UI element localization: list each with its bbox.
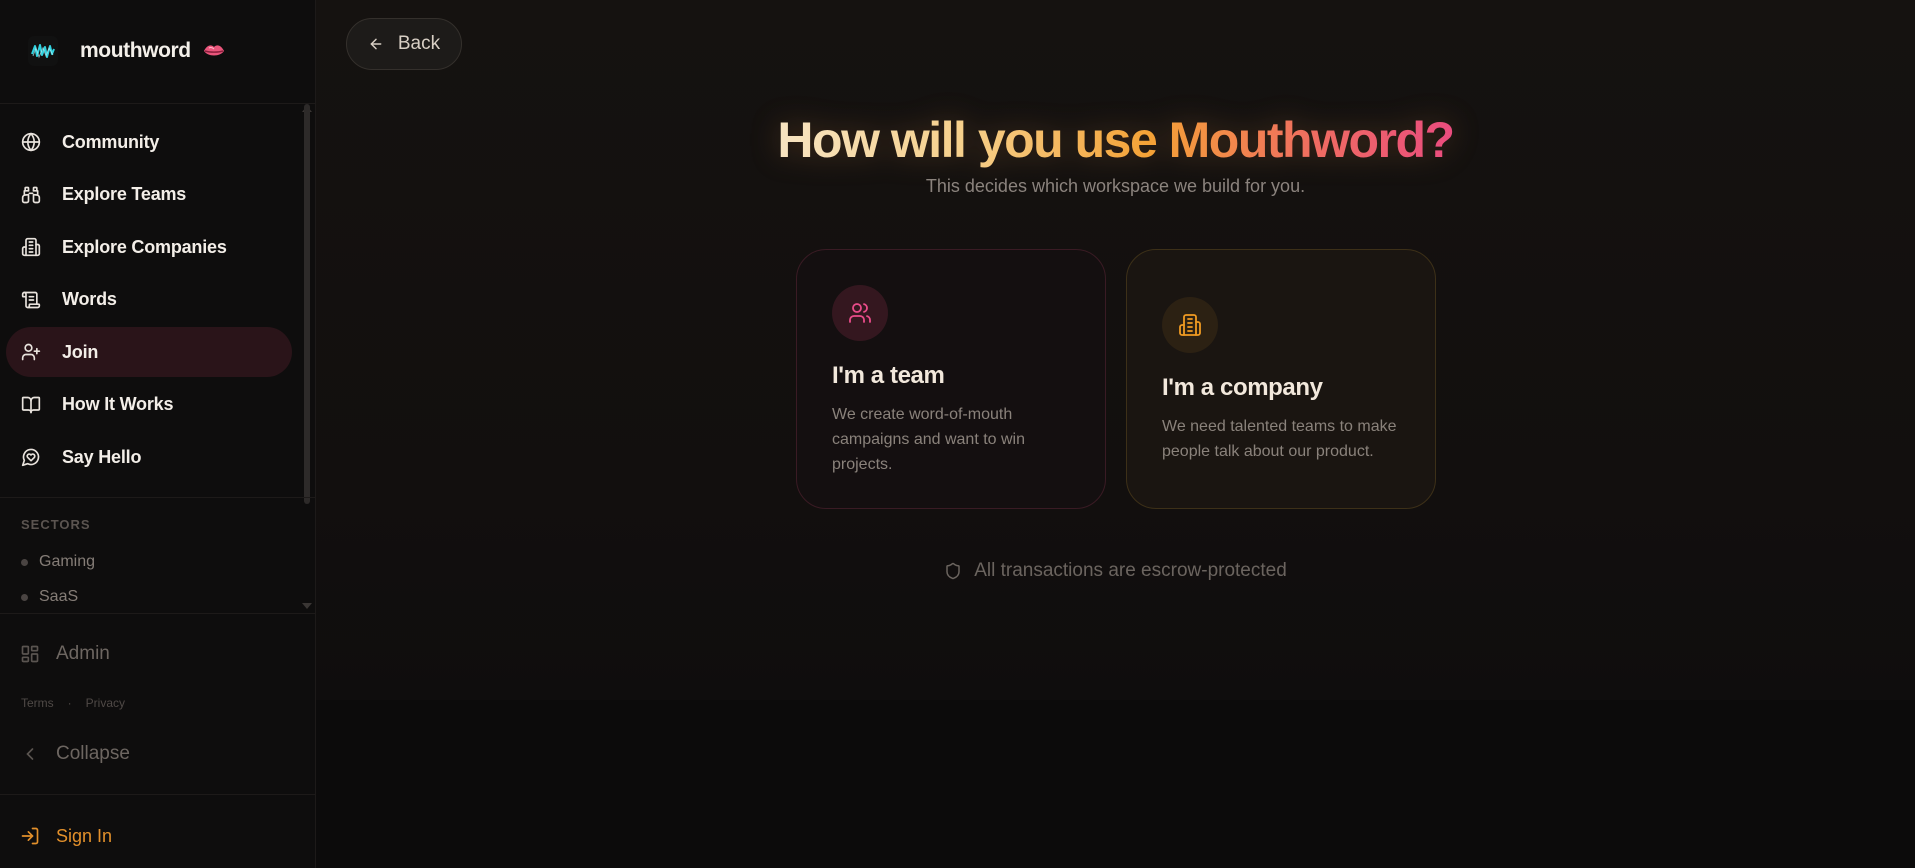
grid-icon (20, 644, 40, 664)
lips-icon (203, 43, 225, 59)
user-plus-icon (20, 341, 42, 363)
users-icon (832, 285, 888, 341)
building-icon (20, 236, 42, 258)
brand[interactable]: mouthword (28, 36, 225, 66)
app: mouthword Community Explore Teams Explor… (0, 0, 1915, 868)
page-subtitle: This decides which workspace we build fo… (925, 176, 1306, 196)
scroll-icon (20, 289, 42, 311)
sidebar-item-label: Community (62, 131, 160, 152)
legal-links: Terms · Privacy (21, 696, 125, 710)
sidebar-item-community[interactable]: Community (6, 117, 292, 167)
sidebar-item-label: How It Works (62, 394, 174, 414)
back-label: Back (397, 33, 441, 54)
sign-in-label: Sign In (56, 825, 113, 846)
sidebar-item-explore-companies[interactable]: Explore Companies (6, 222, 292, 272)
sidebar-divider (0, 613, 316, 614)
legal-separator: · (67, 696, 72, 710)
card-description: We create word-of-mouth campaigns and wa… (832, 406, 1025, 473)
arrow-left-icon (368, 36, 384, 52)
bullet-dot (21, 593, 28, 601)
brand-name: mouthword (80, 39, 191, 62)
privacy-link[interactable]: Privacy (86, 696, 125, 710)
card-title: I'm a team (832, 362, 945, 389)
sidebar: mouthword Community Explore Teams Explor… (0, 0, 316, 868)
sector-item-saas[interactable]: SaaS (21, 588, 78, 606)
sectors-heading: SECTORS (21, 517, 91, 532)
book-open-icon (20, 394, 42, 416)
collapse-label: Collapse (56, 743, 130, 764)
sidebar-item-label: Explore Companies (62, 236, 227, 257)
shield-icon (944, 562, 962, 580)
onboarding-panel: Back How will you use Mouthword? This de… (316, 0, 1915, 700)
sidebar-nav: Community Explore Teams Explore Companie… (6, 117, 292, 485)
headline-wrapper: How will you use Mouthword? (316, 110, 1915, 170)
team-option-card[interactable]: I'm a team We create word-of-mouth campa… (796, 249, 1106, 509)
sidebar-item-how-it-works[interactable]: How It Works (6, 380, 292, 430)
sector-item-gaming[interactable]: Gaming (21, 553, 95, 571)
sector-label: Gaming (39, 553, 96, 570)
sidebar-scrollbar[interactable] (304, 104, 310, 504)
sign-in-button[interactable]: Sign In (20, 822, 112, 850)
globe-icon (20, 131, 42, 153)
chevron-left-icon (20, 744, 40, 764)
sidebar-item-label: Words (62, 289, 117, 309)
sidebar-item-words[interactable]: Words (6, 275, 292, 325)
sector-label: SaaS (39, 588, 79, 605)
admin-label: Admin (56, 643, 110, 664)
company-option-card[interactable]: I'm a company We need talented teams to … (1126, 249, 1436, 509)
waveform-logo-icon (28, 36, 58, 66)
sidebar-item-explore-teams[interactable]: Explore Teams (6, 170, 292, 220)
sidebar-item-label: Join (62, 341, 99, 362)
binoculars-icon (20, 184, 42, 206)
sidebar-divider (0, 103, 316, 104)
escrow-note: All transactions are escrow-protected (316, 560, 1915, 582)
log-in-icon (20, 826, 40, 846)
back-button[interactable]: Back (346, 18, 462, 70)
page-title: How will you use Mouthword? (777, 112, 1455, 168)
message-heart-icon (20, 446, 42, 468)
sidebar-item-say-hello[interactable]: Say Hello (6, 432, 292, 482)
card-description: We need talented teams to make people ta… (1162, 418, 1397, 460)
sidebar-item-label: Say Hello (62, 446, 142, 467)
main-content: Back How will you use Mouthword? This de… (316, 0, 1915, 868)
admin-link[interactable]: Admin (20, 640, 110, 668)
scroll-down-arrow[interactable] (302, 603, 312, 609)
sidebar-divider (0, 497, 316, 498)
card-title: I'm a company (1162, 374, 1323, 401)
sidebar-divider (0, 794, 316, 795)
escrow-label: All transactions are escrow-protected (974, 560, 1287, 581)
terms-link[interactable]: Terms (21, 696, 54, 710)
bullet-dot (21, 558, 28, 566)
building-icon (1162, 297, 1218, 353)
sidebar-item-label: Explore Teams (62, 184, 187, 204)
sidebar-item-join[interactable]: Join (6, 327, 292, 377)
collapse-button[interactable]: Collapse (20, 740, 130, 768)
